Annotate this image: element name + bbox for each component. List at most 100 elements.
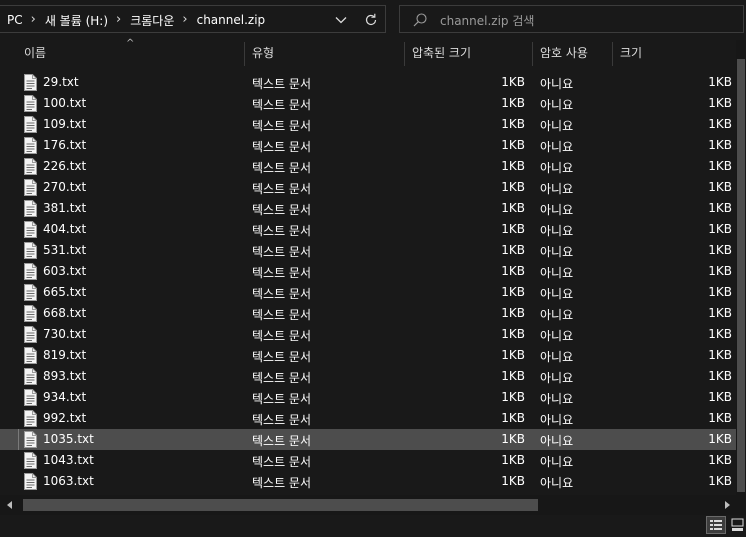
file-size: 1KB xyxy=(708,159,732,173)
file-row[interactable]: 603.txt 텍스트 문서 1KB 아니요 1KB xyxy=(0,261,736,282)
file-row[interactable]: 100.txt 텍스트 문서 1KB 아니요 1KB xyxy=(0,93,736,114)
file-type: 텍스트 문서 xyxy=(252,287,312,301)
file-name: 176.txt xyxy=(43,138,87,152)
file-size: 1KB xyxy=(708,138,732,152)
text-file-icon xyxy=(24,179,37,196)
search-box[interactable]: channel.zip 검색 xyxy=(399,5,744,33)
file-name: 109.txt xyxy=(43,117,87,131)
vertical-scrollbar-thumb[interactable] xyxy=(737,59,745,492)
file-password: 아니요 xyxy=(540,308,574,322)
file-row[interactable]: 176.txt 텍스트 문서 1KB 아니요 1KB xyxy=(0,135,736,156)
breadcrumb-item-zip[interactable]: channel.zip xyxy=(197,13,266,27)
column-divider[interactable] xyxy=(404,42,405,66)
address-history-button[interactable] xyxy=(330,10,352,30)
chevron-right-icon[interactable]: › xyxy=(182,13,187,27)
file-row[interactable]: 934.txt 텍스트 문서 1KB 아니요 1KB xyxy=(0,387,736,408)
file-compressed-size: 1KB xyxy=(501,264,525,278)
file-password: 아니요 xyxy=(540,161,574,175)
file-row[interactable]: 665.txt 텍스트 문서 1KB 아니요 1KB xyxy=(0,282,736,303)
scroll-right-icon[interactable] xyxy=(720,499,734,511)
file-size: 1KB xyxy=(708,348,732,362)
large-icons-view-icon xyxy=(731,518,744,531)
file-row[interactable]: 381.txt 텍스트 문서 1KB 아니요 1KB xyxy=(0,198,736,219)
file-row[interactable]: 109.txt 텍스트 문서 1KB 아니요 1KB xyxy=(0,114,736,135)
file-type: 텍스트 문서 xyxy=(252,392,312,406)
column-header-type[interactable]: 유형 xyxy=(252,40,274,67)
file-password: 아니요 xyxy=(540,476,574,490)
address-bar[interactable]: PC › 새 볼륨 (H:) › 크롬다운 › channel.zip xyxy=(0,5,386,33)
file-row[interactable]: 29.txt 텍스트 문서 1KB 아니요 1KB xyxy=(0,72,736,93)
file-compressed-size: 1KB xyxy=(501,432,525,446)
file-type: 텍스트 문서 xyxy=(252,371,312,385)
text-file-icon xyxy=(24,431,37,448)
file-row[interactable]: 819.txt 텍스트 문서 1KB 아니요 1KB xyxy=(0,345,736,366)
file-compressed-size: 1KB xyxy=(501,369,525,383)
file-type: 텍스트 문서 xyxy=(252,308,312,322)
chevron-right-icon[interactable]: › xyxy=(116,13,121,27)
file-type: 텍스트 문서 xyxy=(252,224,312,238)
file-password: 아니요 xyxy=(540,329,574,343)
column-divider[interactable] xyxy=(612,42,613,66)
file-name: 1035.txt xyxy=(43,432,94,446)
file-size: 1KB xyxy=(708,432,732,446)
file-row[interactable]: 270.txt 텍스트 문서 1KB 아니요 1KB xyxy=(0,177,736,198)
file-type: 텍스트 문서 xyxy=(252,455,312,469)
horizontal-scrollbar-thumb[interactable] xyxy=(23,499,538,511)
file-type: 텍스트 문서 xyxy=(252,98,312,112)
file-name: 100.txt xyxy=(43,96,87,110)
file-type: 텍스트 문서 xyxy=(252,182,312,196)
file-type: 텍스트 문서 xyxy=(252,413,312,427)
file-row[interactable]: 992.txt 텍스트 문서 1KB 아니요 1KB xyxy=(0,408,736,429)
breadcrumb-item-volume[interactable]: 새 볼륨 (H:) xyxy=(45,12,108,29)
file-row[interactable]: 1063.txt 텍스트 문서 1KB 아니요 1KB xyxy=(0,471,736,492)
text-file-icon xyxy=(24,95,37,112)
file-compressed-size: 1KB xyxy=(501,348,525,362)
file-name: 1043.txt xyxy=(43,453,94,467)
scroll-left-icon[interactable] xyxy=(3,499,17,511)
file-row[interactable]: 893.txt 텍스트 문서 1KB 아니요 1KB xyxy=(0,366,736,387)
text-file-icon xyxy=(24,305,37,322)
file-row[interactable]: 404.txt 텍스트 문서 1KB 아니요 1KB xyxy=(0,219,736,240)
file-name: 226.txt xyxy=(43,159,87,173)
file-name: 381.txt xyxy=(43,201,87,215)
file-password: 아니요 xyxy=(540,77,574,91)
file-name: 603.txt xyxy=(43,264,87,278)
file-row[interactable]: 1035.txt 텍스트 문서 1KB 아니요 1KB xyxy=(0,429,736,450)
file-name: 531.txt xyxy=(43,243,87,257)
file-password: 아니요 xyxy=(540,266,574,280)
details-view-button[interactable] xyxy=(706,516,726,534)
text-file-icon xyxy=(24,326,37,343)
search-input[interactable]: channel.zip 검색 xyxy=(440,12,534,29)
file-row[interactable]: 226.txt 텍스트 문서 1KB 아니요 1KB xyxy=(0,156,736,177)
file-row[interactable]: 730.txt 텍스트 문서 1KB 아니요 1KB xyxy=(0,324,736,345)
file-size: 1KB xyxy=(708,96,732,110)
file-row[interactable]: 531.txt 텍스트 문서 1KB 아니요 1KB xyxy=(0,240,736,261)
large-icons-view-button[interactable] xyxy=(729,516,746,534)
file-size: 1KB xyxy=(708,306,732,320)
refresh-button[interactable] xyxy=(359,10,383,30)
text-file-icon xyxy=(24,263,37,280)
file-name: 29.txt xyxy=(43,75,79,89)
file-row[interactable]: 1043.txt 텍스트 문서 1KB 아니요 1KB xyxy=(0,450,736,471)
column-header-compressed-size[interactable]: 압축된 크기 xyxy=(412,40,471,67)
text-file-icon xyxy=(24,284,37,301)
column-divider[interactable] xyxy=(244,42,245,66)
chevron-right-icon[interactable]: › xyxy=(31,13,36,27)
file-name: 270.txt xyxy=(43,180,87,194)
text-file-icon xyxy=(24,473,37,490)
column-header-size[interactable]: 크기 xyxy=(620,40,642,67)
column-header-password[interactable]: 암호 사용 xyxy=(540,40,588,67)
file-type: 텍스트 문서 xyxy=(252,434,312,448)
file-password: 아니요 xyxy=(540,287,574,301)
file-password: 아니요 xyxy=(540,413,574,427)
file-size: 1KB xyxy=(708,243,732,257)
file-compressed-size: 1KB xyxy=(501,390,525,404)
file-password: 아니요 xyxy=(540,98,574,112)
text-file-icon xyxy=(24,221,37,238)
breadcrumb-item-folder[interactable]: 크롬다운 xyxy=(130,12,174,29)
breadcrumb-item-pc[interactable]: PC xyxy=(7,13,23,27)
file-row[interactable]: 668.txt 텍스트 문서 1KB 아니요 1KB xyxy=(0,303,736,324)
address-row: PC › 새 볼륨 (H:) › 크롬다운 › channel.zip chan… xyxy=(0,0,746,40)
column-divider[interactable] xyxy=(532,42,533,66)
column-header-name[interactable]: 이름 xyxy=(24,40,46,67)
